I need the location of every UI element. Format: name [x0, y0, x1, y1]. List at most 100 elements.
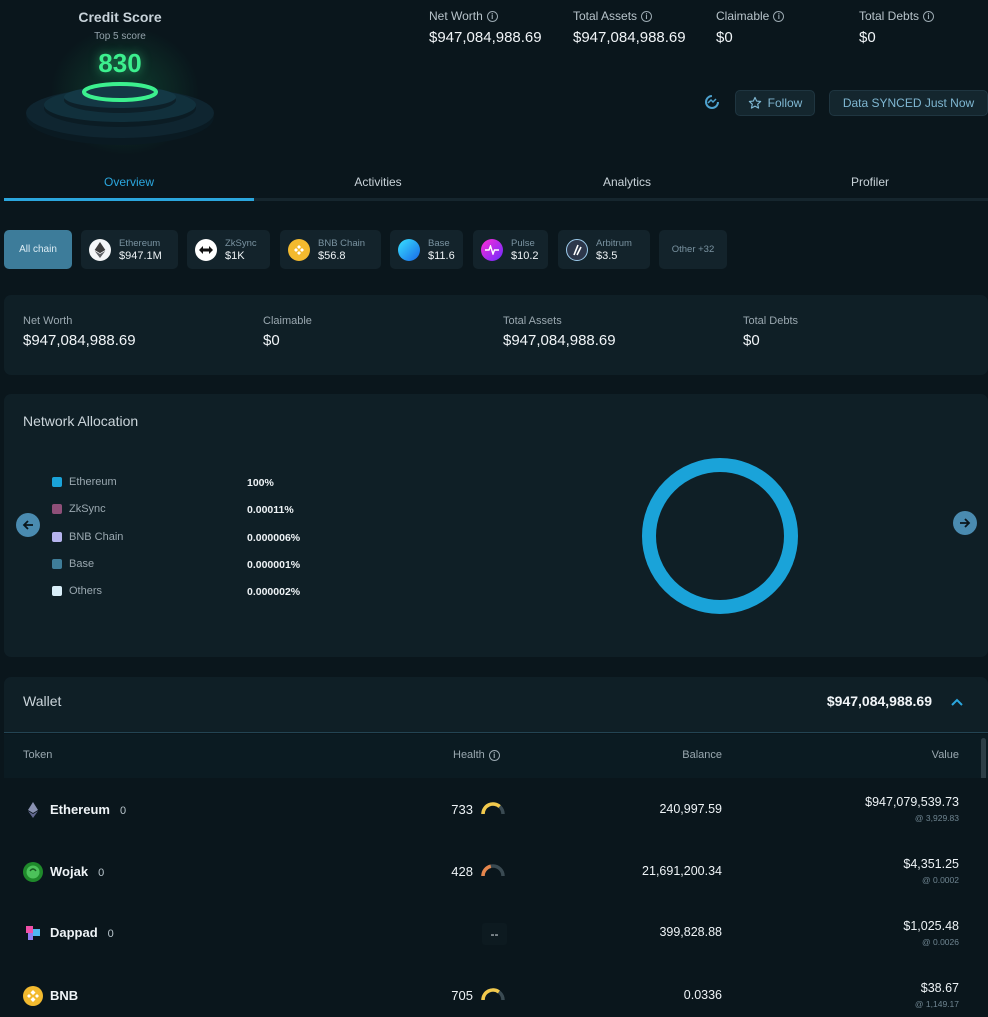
- tab-profiler[interactable]: Profiler: [752, 175, 988, 189]
- bnb-icon: [288, 238, 310, 261]
- header-total-assets: Total Assets i $947,084,988.69: [573, 9, 686, 46]
- legend-swatch: [52, 532, 62, 542]
- token-name: Ethereum 0: [50, 802, 126, 817]
- info-icon[interactable]: i: [641, 10, 653, 22]
- token-balance: 399,828.88: [659, 925, 722, 939]
- pulse-icon: [481, 238, 503, 261]
- wallet-total: $947,084,988.69: [826, 693, 932, 709]
- chevron-up-icon[interactable]: [950, 695, 964, 709]
- summary-label: Total Debts: [743, 315, 799, 327]
- health-empty: --: [482, 923, 507, 945]
- data-sync-button[interactable]: Data SYNCED Just Now: [829, 90, 988, 116]
- prev-arrow-icon[interactable]: [16, 513, 40, 537]
- chain-filter-all[interactable]: All chain: [4, 230, 72, 269]
- header-stat-label: Total Assets: [573, 9, 638, 23]
- token-balance: 240,997.59: [659, 802, 722, 816]
- dappad-token-icon: [26, 926, 40, 940]
- legend-swatch: [52, 477, 62, 487]
- token-price: @ 0.0002: [922, 875, 959, 885]
- health-gauge-icon: [481, 802, 505, 815]
- chain-filter-pulse[interactable]: Pulse $10.2: [473, 230, 548, 269]
- gauge-fill: [481, 988, 500, 1001]
- info-icon[interactable]: i: [773, 10, 785, 22]
- token-name-text: Wojak: [50, 864, 89, 879]
- follow-button[interactable]: Follow: [735, 90, 815, 116]
- summary-value: $0: [263, 332, 280, 349]
- chain-value: $56.8: [318, 249, 346, 262]
- chain-filter-base[interactable]: Base $11.6: [390, 230, 463, 269]
- chain-name: Base: [428, 237, 450, 249]
- legend-percent: 0.00011%: [247, 504, 294, 516]
- credit-score-panel: Credit Score Top 5 score 830: [20, 6, 220, 156]
- table-row[interactable]: Ethereum 0 733 240,997.59 $947,079,539.73…: [4, 778, 988, 840]
- summary-label: Net Worth: [23, 315, 73, 327]
- legend-name: ZkSync: [69, 503, 106, 515]
- info-icon[interactable]: i: [923, 10, 935, 22]
- legend-name: Base: [69, 558, 95, 570]
- health-gauge-icon: [481, 988, 505, 1001]
- credit-podium-icon: [26, 82, 214, 145]
- header-stat-value: $947,084,988.69: [429, 29, 542, 46]
- chain-value: $947.1M: [119, 249, 162, 262]
- token-price: @ 3,929.83: [914, 813, 959, 823]
- wallet-table-body: Ethereum 0 733 240,997.59 $947,079,539.73…: [4, 778, 988, 1017]
- tab-analytics[interactable]: Analytics: [502, 175, 752, 189]
- token-name-text: Ethereum: [50, 802, 110, 817]
- legend-swatch: [52, 586, 62, 596]
- refresh-icon[interactable]: [704, 94, 720, 110]
- info-icon[interactable]: i: [486, 10, 498, 22]
- header-stat-value: $0: [716, 29, 733, 46]
- summary-claimable: Claimable $0: [263, 315, 312, 349]
- wallet-title: Wallet: [23, 693, 62, 709]
- chain-filter-arbitrum[interactable]: Arbitrum $3.5: [558, 230, 650, 269]
- chain-filter-zksync[interactable]: ZkSync $1K: [187, 230, 270, 269]
- chain-filter-other[interactable]: Other +32: [659, 230, 727, 269]
- health-gauge-icon: [481, 864, 505, 877]
- legend-name: Others: [69, 585, 103, 597]
- legend-percent: 0.000001%: [247, 559, 301, 571]
- health-score: 733: [451, 802, 473, 817]
- token-name: Dappad 0: [50, 925, 114, 940]
- info-icon[interactable]: i: [488, 749, 500, 761]
- bnb-token-icon: [23, 986, 43, 1006]
- header-stat-value: $947,084,988.69: [573, 29, 686, 46]
- credit-score-value: 830: [98, 48, 142, 78]
- tab-activities[interactable]: Activities: [254, 175, 502, 189]
- legend-swatch: [52, 559, 62, 569]
- col-health: Health i: [453, 749, 500, 761]
- wallet-table-header: Token Health i Balance Value: [4, 734, 988, 778]
- legend-percent: 0.000002%: [247, 586, 301, 598]
- chain-filter-bnb[interactable]: BNB Chain $56.8: [280, 230, 381, 269]
- summary-total-debts: Total Debts $0: [743, 315, 798, 349]
- token-value: $947,079,539.73: [865, 795, 959, 809]
- table-row[interactable]: Dappad 0 -- 399,828.88 $1,025.48 @ 0.0026: [4, 902, 988, 964]
- tab-overview[interactable]: Overview: [4, 175, 254, 189]
- next-arrow-icon[interactable]: [953, 511, 977, 535]
- tab-bar: Overview Activities Analytics Profiler: [4, 172, 988, 202]
- zksync-icon: [195, 238, 217, 261]
- chain-filter-ethereum[interactable]: Ethereum $947.1M: [81, 230, 178, 269]
- summary-card: Net Worth $947,084,988.69 Claimable $0 T…: [4, 295, 988, 375]
- wallet-header[interactable]: Wallet $947,084,988.69: [4, 677, 988, 733]
- legend-item-others: Others: [52, 585, 102, 597]
- chain-value: $3.5: [596, 249, 618, 262]
- base-icon: [398, 238, 420, 261]
- token-balance: 21,691,200.34: [642, 864, 722, 878]
- token-name-text: BNB: [50, 988, 79, 1003]
- token-balance: 0.0336: [683, 988, 722, 1002]
- network-allocation-title: Network Allocation: [23, 413, 139, 429]
- health-score: 428: [451, 864, 473, 879]
- active-tab-indicator: [4, 198, 254, 201]
- table-row[interactable]: BNB 705 0.0336 $38.67 @ 1,149.17: [4, 964, 988, 1017]
- col-health-label: Health: [453, 749, 485, 761]
- legend-swatch: [52, 504, 62, 514]
- wojak-token-icon: [23, 862, 43, 882]
- token-price: @ 1,149.17: [914, 999, 959, 1009]
- token-price: @ 0.0026: [922, 937, 959, 947]
- token-count: 0: [107, 928, 114, 940]
- ethereum-icon: [89, 238, 111, 261]
- summary-net-worth: Net Worth $947,084,988.69: [23, 315, 136, 349]
- table-row[interactable]: Wojak 0 428 21,691,200.34 $4,351.25 @ 0.0…: [4, 840, 988, 902]
- chain-name: Arbitrum: [596, 237, 632, 249]
- header-stat-value: $0: [859, 29, 876, 46]
